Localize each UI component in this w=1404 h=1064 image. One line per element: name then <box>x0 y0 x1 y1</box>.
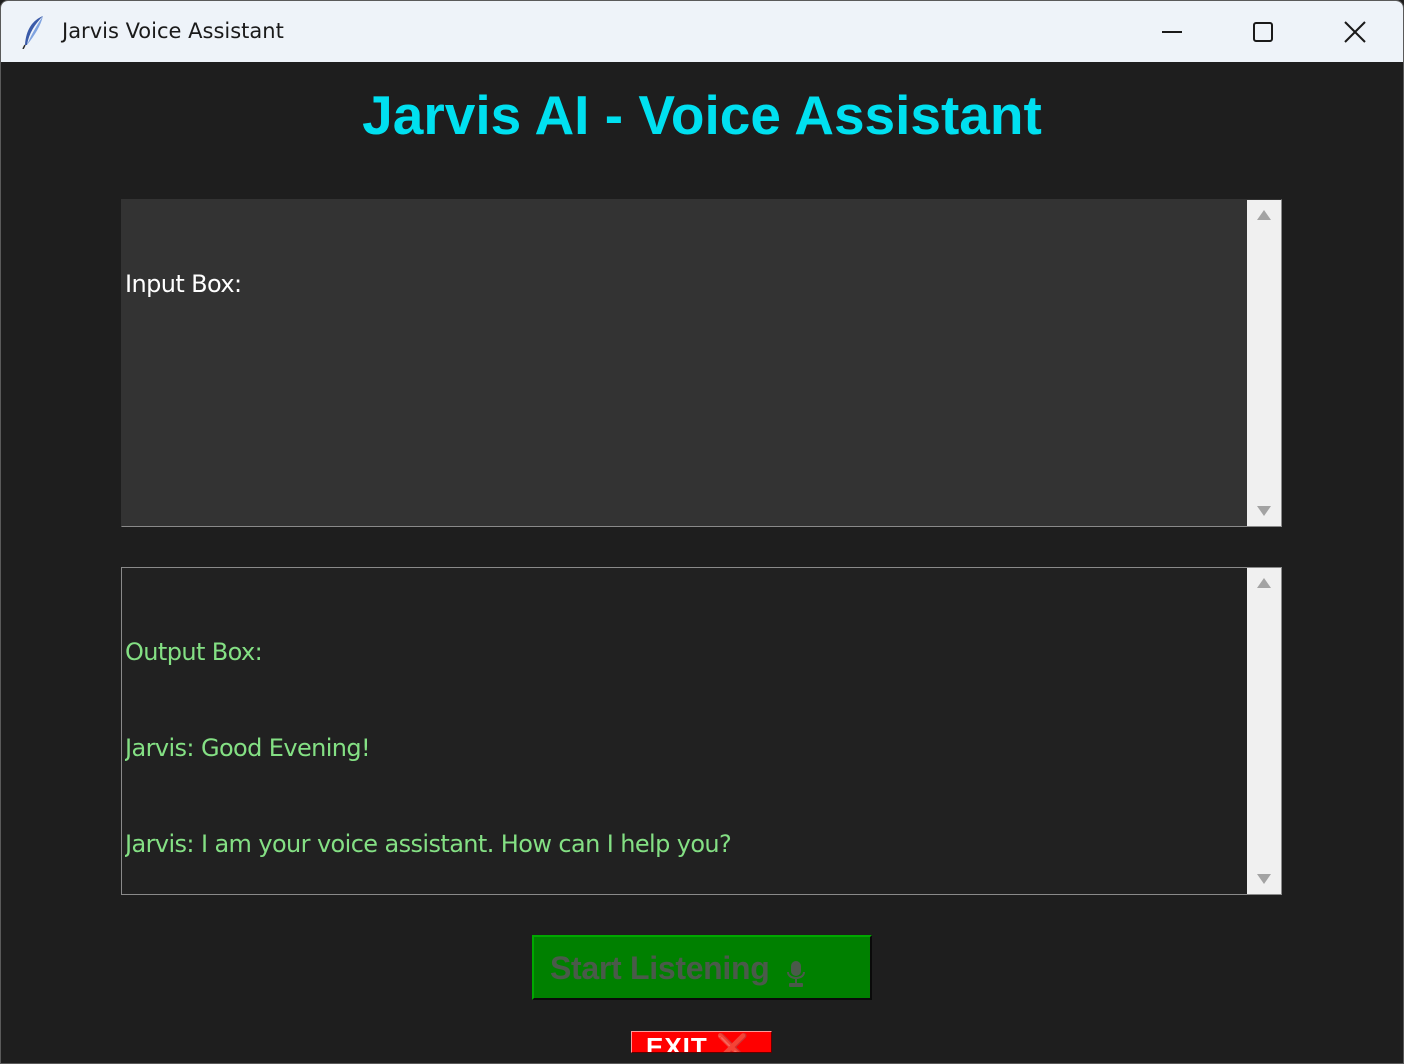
triangle-up-icon <box>1257 578 1271 588</box>
input-text-area[interactable]: Input Box: <box>125 204 1245 524</box>
page-title: Jarvis AI - Voice Assistant <box>362 84 1042 146</box>
start-listening-label: Start Listening <box>550 950 770 986</box>
app-window: Jarvis Voice Assistant Jarvis AI - Voice… <box>0 0 1404 1064</box>
feather-icon <box>22 16 43 49</box>
window-title: Jarvis Voice Assistant <box>62 19 284 43</box>
minimize-button[interactable] <box>1126 1 1218 62</box>
output-line: Jarvis: I am your voice assistant. How c… <box>125 830 732 858</box>
triangle-down-icon <box>1257 874 1271 884</box>
exit-label: EXIT ❌ <box>646 1032 750 1053</box>
minimize-icon <box>1162 30 1182 33</box>
scroll-up-arrow[interactable] <box>1247 568 1281 598</box>
input-scrollbar[interactable] <box>1247 200 1281 526</box>
scroll-up-arrow[interactable] <box>1247 200 1281 230</box>
output-line: Jarvis: Good Evening! <box>125 734 371 762</box>
input-box-label: Input Box: <box>125 270 242 298</box>
exit-button[interactable]: EXIT ❌ <box>631 1031 772 1053</box>
maximize-button[interactable] <box>1217 1 1309 62</box>
output-box[interactable]: Output Box: Jarvis: Good Evening! Jarvis… <box>121 567 1282 895</box>
start-listening-button[interactable]: Start Listening <box>532 935 872 1000</box>
triangle-down-icon <box>1257 506 1271 516</box>
scroll-down-arrow[interactable] <box>1247 864 1281 894</box>
output-text-area[interactable]: Output Box: Jarvis: Good Evening! Jarvis… <box>125 572 1245 892</box>
microphone-icon <box>787 961 805 987</box>
close-icon <box>1344 20 1366 43</box>
close-button[interactable] <box>1309 1 1401 62</box>
input-box[interactable]: Input Box: <box>121 199 1282 527</box>
output-box-label: Output Box: <box>125 638 263 666</box>
triangle-up-icon <box>1257 210 1271 220</box>
output-scrollbar[interactable] <box>1247 568 1281 894</box>
maximize-icon <box>1253 21 1273 42</box>
title-bar[interactable]: Jarvis Voice Assistant <box>1 1 1403 62</box>
scroll-down-arrow[interactable] <box>1247 496 1281 526</box>
